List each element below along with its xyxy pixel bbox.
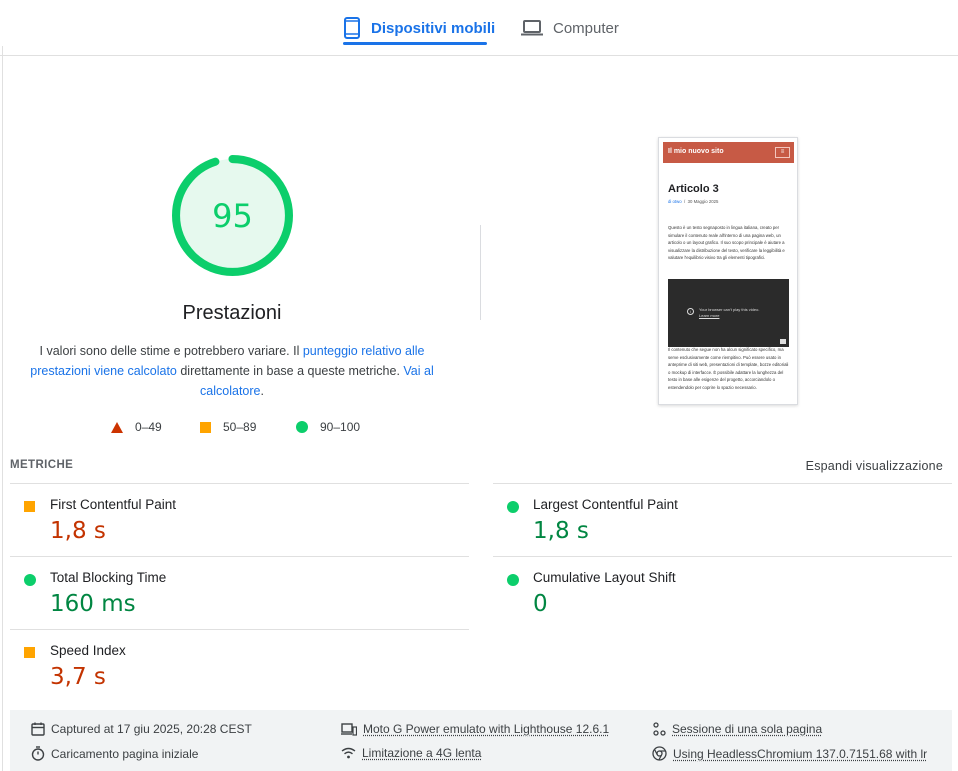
preview-video-link: Learn more bbox=[699, 313, 720, 318]
green-circle-icon bbox=[507, 501, 519, 513]
red-triangle-icon bbox=[111, 421, 123, 433]
browser-info[interactable]: Using HeadlessChromium 137.0.7151.68 wit… bbox=[652, 746, 927, 761]
throttling-text: Limitazione a 4G lenta bbox=[362, 746, 482, 760]
legend-range-average: 50–89 bbox=[223, 420, 257, 434]
metric-value: 3,7 s bbox=[50, 664, 106, 690]
preview-post-title: Articolo 3 bbox=[668, 183, 719, 195]
category-title: Prestazioni bbox=[182, 302, 282, 324]
chrome-icon bbox=[652, 746, 667, 761]
page-screenshot-preview[interactable]: Il mio nuovo sito ≡ Articolo 3 di otwo /… bbox=[658, 137, 798, 405]
nodes-icon bbox=[652, 722, 666, 736]
captured-text: Captured at 17 giu 2025, 20:28 CEST bbox=[51, 722, 252, 736]
device-info[interactable]: Moto G Power emulato with Lighthouse 12.… bbox=[341, 722, 609, 736]
youtube-icon bbox=[780, 339, 786, 344]
preview-author: di otwo bbox=[668, 199, 682, 204]
score-description: I valori sono delle stime e potrebbero v… bbox=[30, 341, 434, 401]
green-circle-icon bbox=[24, 574, 36, 586]
expand-view-toggle[interactable]: Espandi visualizzazione bbox=[806, 459, 943, 473]
description-text-2: direttamente in base a queste metriche. bbox=[176, 364, 404, 378]
stopwatch-icon bbox=[31, 746, 45, 761]
preview-site-header: Il mio nuovo sito ≡ bbox=[663, 142, 794, 163]
device-text: Moto G Power emulato with Lighthouse 12.… bbox=[363, 722, 610, 736]
devices-icon bbox=[341, 722, 357, 736]
legend-range-good: 90–100 bbox=[320, 420, 361, 434]
orange-square-icon bbox=[200, 421, 211, 433]
panel-border bbox=[2, 46, 3, 771]
score-value: 95 bbox=[212, 196, 253, 235]
session-info[interactable]: Sessione di una sola pagina bbox=[652, 722, 822, 736]
preview-post-meta: di otwo / 30 Maggio 2025 bbox=[668, 199, 718, 204]
tab-desktop-label: Computer bbox=[553, 19, 619, 37]
tab-mobile[interactable]: Dispositivi mobili bbox=[343, 0, 495, 56]
session-text: Sessione di una sola pagina bbox=[672, 722, 823, 736]
metric-fcp: First Contentful Paint 1,8 s bbox=[10, 484, 470, 556]
preview-paragraph: Questo è un testo segnaposto in lingua i… bbox=[668, 225, 785, 261]
captured-info: Captured at 17 giu 2025, 20:28 CEST bbox=[31, 722, 252, 736]
info-icon: i bbox=[687, 308, 694, 315]
orange-square-icon bbox=[24, 501, 35, 512]
preview-video-player: i Your browser can't play this video. Le… bbox=[668, 279, 789, 347]
throttling-info[interactable]: Limitazione a 4G lenta bbox=[341, 746, 481, 760]
metric-cls: Cumulative Layout Shift 0 bbox=[493, 557, 953, 629]
active-tab-indicator bbox=[343, 42, 487, 45]
section-divider bbox=[480, 225, 481, 320]
metrics-heading: METRICHE bbox=[10, 459, 74, 471]
load-info: Caricamento pagina iniziale bbox=[31, 746, 198, 761]
metric-label: First Contentful Paint bbox=[50, 497, 177, 512]
description-text-3: . bbox=[260, 384, 264, 398]
calendar-icon bbox=[31, 722, 45, 736]
metric-value: 1,8 s bbox=[50, 518, 106, 544]
legend-item-poor: 0–49 bbox=[111, 420, 162, 434]
run-info-footer: Captured at 17 giu 2025, 20:28 CEST Cari… bbox=[10, 710, 952, 771]
metric-speed-index: Speed Index 3,7 s bbox=[10, 630, 470, 702]
preview-site-title: Il mio nuovo sito bbox=[668, 148, 724, 155]
preview-video-message: Your browser can't play this video. Lear… bbox=[699, 307, 759, 319]
metric-label: Total Blocking Time bbox=[50, 570, 167, 585]
wifi-icon bbox=[341, 747, 356, 759]
tab-mobile-label: Dispositivi mobili bbox=[371, 19, 496, 37]
preview-meta-separator: / bbox=[684, 199, 686, 204]
hamburger-menu-icon: ≡ bbox=[775, 147, 790, 158]
metric-value: 160 ms bbox=[50, 591, 136, 617]
legend-item-good: 90–100 bbox=[296, 420, 360, 434]
metric-lcp: Largest Contentful Paint 1,8 s bbox=[493, 484, 953, 556]
device-tabs: Dispositivi mobili Computer bbox=[0, 0, 958, 56]
green-circle-icon bbox=[296, 421, 308, 433]
description-text-1: I valori sono delle stime e potrebbero v… bbox=[39, 344, 303, 358]
smartphone-icon bbox=[343, 17, 361, 39]
legend-item-average: 50–89 bbox=[200, 420, 256, 434]
orange-square-icon bbox=[24, 647, 35, 658]
metric-label: Cumulative Layout Shift bbox=[533, 570, 676, 585]
preview-date: 30 Maggio 2025 bbox=[687, 199, 719, 204]
metric-value: 0 bbox=[533, 591, 548, 617]
metric-tbt: Total Blocking Time 160 ms bbox=[10, 557, 470, 629]
load-text: Caricamento pagina iniziale bbox=[51, 746, 199, 761]
metric-label: Largest Contentful Paint bbox=[533, 497, 678, 512]
tab-desktop[interactable]: Computer bbox=[521, 0, 619, 56]
browser-text: Using HeadlessChromium 137.0.7151.68 wit… bbox=[673, 746, 928, 761]
metric-label: Speed Index bbox=[50, 643, 126, 658]
laptop-icon bbox=[521, 20, 543, 36]
preview-paragraph: Il contenuto che segue non ha alcun sign… bbox=[668, 347, 789, 390]
green-circle-icon bbox=[507, 574, 519, 586]
metric-value: 1,8 s bbox=[533, 518, 589, 544]
score-legend: 0–49 50–89 90–100 bbox=[0, 420, 480, 436]
legend-range-poor: 0–49 bbox=[135, 420, 162, 434]
